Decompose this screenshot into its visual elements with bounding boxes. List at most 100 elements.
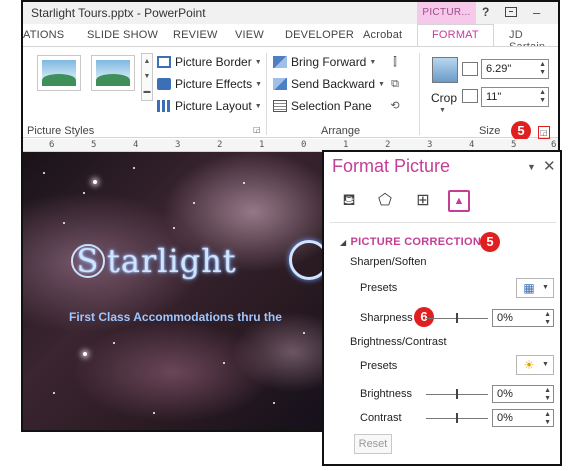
shape-width-icon [462,89,478,103]
sharpness-label: Sharpness [360,312,413,324]
contrast-spinner[interactable]: ▲ ▼ [544,411,551,427]
picture-layout-icon [157,100,171,112]
sharpness-slider-thumb[interactable] [456,313,458,323]
size-dialog-launcher-icon[interactable]: ◲ [538,126,550,139]
ribbon-tabs: ATIONS SLIDE SHOW REVIEW VIEW DEVELOPER … [23,24,558,53]
brightness-presets-dropdown[interactable]: ☀ ▼ [516,355,554,375]
tab-slide-show[interactable]: SLIDE SHOW [87,29,158,41]
close-icon[interactable]: ✕ [543,157,556,175]
picture-effects-icon [157,78,171,90]
ruler-tick: 1 [259,140,265,150]
paint-bucket-icon[interactable]: ⛾ [338,190,360,212]
minimize-icon[interactable]: – [533,5,540,20]
sharpen-presets-dropdown[interactable]: ▦ ▼ [516,278,554,298]
tab-format[interactable]: FORMAT [417,24,494,47]
pane-options-icon[interactable]: ▼ [527,162,536,172]
sharpness-spinner[interactable]: ▲ ▼ [544,311,551,327]
window-title: Starlight Tours.pptx - PowerPoint [31,6,206,20]
presets-grid-icon: ▦ [523,281,535,295]
tab-animations[interactable]: ATIONS [23,29,64,41]
group-objects-icon[interactable]: ⧉ [387,77,403,91]
size-group-label: Size [479,125,501,137]
ruler-tick: 4 [133,140,139,150]
bright-star [93,180,97,184]
bright-star [83,352,87,356]
group-divider [266,53,267,135]
pane-divider [330,222,556,223]
gallery-scroll[interactable]: ▲ ▼ ▬ [141,53,153,101]
slide-title[interactable]: Starlight [71,242,237,280]
size-properties-icon[interactable]: ⊞ [412,190,434,212]
height-spinner[interactable]: ▲ ▼ [539,61,546,77]
shape-height-input[interactable]: 6.29" ▲ ▼ [481,59,549,79]
brightness-presets-label: Presets [360,360,398,372]
picture-style-thumbnail[interactable] [37,55,81,91]
help-icon[interactable]: ? [482,5,489,19]
ribbon-display-options-icon[interactable] [505,7,517,17]
decorative-swirl [289,240,323,280]
group-divider [419,53,420,135]
brightness-label: Brightness [360,388,412,400]
contrast-input[interactable]: 0% ▲ ▼ [492,409,554,427]
chevron-down-icon: ▼ [542,361,549,368]
sun-icon: ☀ [523,358,535,372]
contrast-slider-thumb[interactable] [456,413,458,423]
crop-button[interactable]: Crop [431,91,457,105]
picture-corrections-header[interactable]: ◢ PICTURE CORRECTIONS [340,236,489,248]
picture-effects-button[interactable]: Picture Effects ▼ [157,77,262,95]
sharpen-soften-label: Sharpen/Soften [350,256,427,268]
callout-badge: 5 [480,232,500,252]
brightness-contrast-label: Brightness/Contrast [350,336,447,348]
callout-badge: 6 [414,307,434,327]
slide-canvas[interactable]: Starlight First Class Accommodations thr… [23,152,323,430]
ruler-tick: 3 [175,140,181,150]
picture-border-button[interactable]: Picture Border ▼ [157,55,262,73]
brightness-input[interactable]: 0% ▲ ▼ [492,385,554,403]
picture-icon[interactable]: ▲ [448,190,470,212]
pentagon-icon[interactable]: ⬠ [374,190,396,212]
ribbon: ▲ ▼ ▬ Picture Border ▼ Picture Effects ▼ Pic… [23,46,558,141]
ruler-tick: 0 [301,140,307,150]
sharpness-input[interactable]: 0% ▲ ▼ [492,309,554,327]
send-backward-icon [273,78,287,90]
tab-developer[interactable]: DEVELOPER [285,29,354,41]
shape-height-icon [462,62,478,76]
ruler-tick: 2 [217,140,223,150]
callout-badge: 5 [511,121,531,141]
picture-layout-button[interactable]: Picture Layout ▼ [157,99,262,117]
picture-border-icon [157,56,171,68]
brightness-spinner[interactable]: ▲ ▼ [544,387,551,403]
send-backward-button[interactable]: Send Backward ▼ [273,77,385,95]
reset-button[interactable]: Reset [354,434,392,454]
collapse-triangle-icon: ◢ [340,238,347,247]
dialog-launcher-icon[interactable]: ◲ [253,125,261,134]
rotate-icon[interactable]: ⟲ [387,99,403,113]
slide-subtitle[interactable]: First Class Accommodations thru the [69,310,282,324]
format-picture-pane: Format Picture ▼ ✕ ⛾ ⬠ ⊞ ▲ ◢ PICTURE CORR… [322,150,562,466]
contrast-label: Contrast [360,412,402,424]
picture-styles-group-label: Picture Styles [27,125,95,137]
width-spinner[interactable]: ▲ ▼ [539,89,546,105]
tab-view[interactable]: VIEW [235,29,264,41]
arrange-group-label: Arrange [321,125,361,137]
tab-review[interactable]: REVIEW [173,29,218,41]
selection-pane-button[interactable]: Selection Pane [273,99,372,117]
title-bar: Starlight Tours.pptx - PowerPoint PICTUR… [23,2,558,24]
selection-pane-icon [273,100,287,112]
shape-width-input[interactable]: 11" ▲ ▼ [481,87,549,107]
picture-style-thumbnail[interactable] [91,55,135,91]
pane-title: Format Picture [332,156,451,176]
chevron-down-icon: ▼ [542,284,549,291]
ruler-tick: 6 [49,140,55,150]
picture-tools-contextual-tab[interactable]: PICTUR... [417,2,476,24]
align-icon[interactable]: ⫿ [387,55,403,69]
bring-forward-icon [273,56,287,68]
sharpen-presets-label: Presets [360,282,398,294]
pane-category-tabs: ⛾ ⬠ ⊞ ▲ [324,190,560,218]
brightness-slider-thumb[interactable] [456,389,458,399]
crop-icon[interactable] [432,57,458,83]
crop-dropdown-caret[interactable]: ▼ [439,107,446,114]
bring-forward-button[interactable]: Bring Forward ▼ [273,55,376,73]
ruler-tick: 5 [91,140,97,150]
tab-acrobat[interactable]: Acrobat [363,29,402,41]
